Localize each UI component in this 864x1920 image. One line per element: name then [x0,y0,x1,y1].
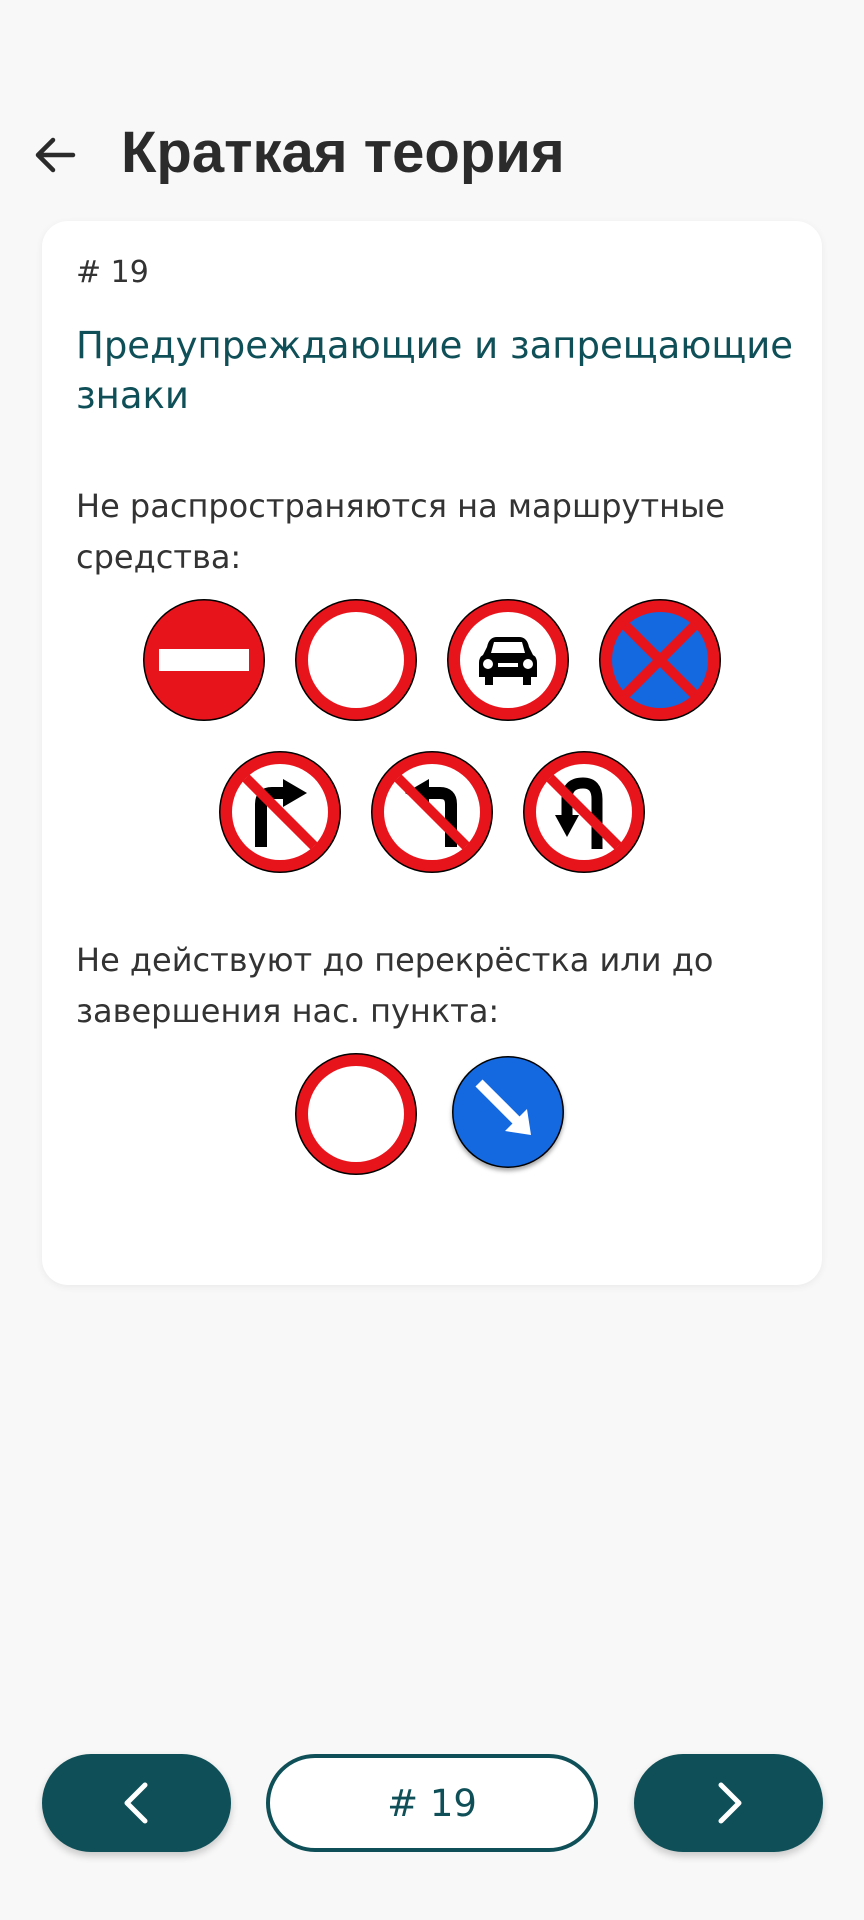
previous-button[interactable] [42,1754,231,1852]
signs-row [42,597,822,723]
theory-card: # 19 Предупреждающие и запрещающие знаки… [42,221,822,1285]
page-number-label: # 19 [387,1781,477,1825]
section-2-text: Не действуют до перекрёстка или до завер… [76,941,714,1030]
app-screen: Краткая теория # 19 Предупреждающие и за… [0,0,864,1920]
page-title: Краткая теория [121,120,565,185]
page-number-button[interactable]: # 19 [266,1754,598,1852]
section-1-text: Не распространяются на маршрутные средст… [76,487,725,576]
no-right-turn-sign-icon [219,751,341,873]
back-button[interactable] [26,126,84,184]
card-heading: Предупреждающие и запрещающие знаки [76,324,794,417]
no-vehicles-sign-icon [295,599,417,721]
top-app-bar: Краткая теория [0,96,864,212]
chevron-right-icon [718,1782,741,1824]
no-vehicles-sign-icon [295,1053,417,1175]
no-left-turn-sign-icon [371,751,493,873]
chevron-left-icon [124,1782,147,1824]
keep-right-sign-icon [452,1056,564,1168]
arrow-left-icon [35,137,76,173]
next-button[interactable] [634,1754,823,1852]
signs-row [42,749,822,875]
no-cars-sign-icon [447,599,569,721]
no-stopping-sign-icon [599,599,721,721]
no-u-turn-sign-icon [523,751,645,873]
card-number: # 19 [76,255,149,290]
signs-row [42,1051,822,1177]
no-entry-sign-icon [143,599,265,721]
